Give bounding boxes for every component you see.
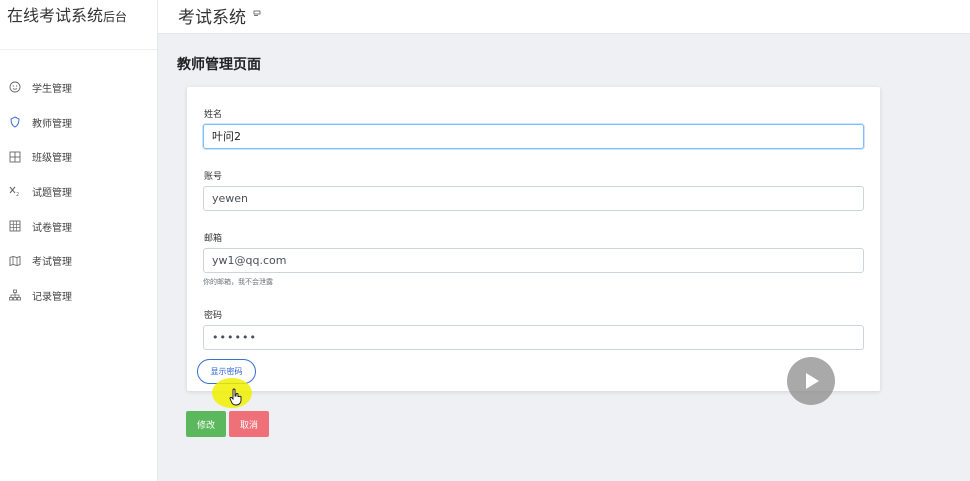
sidebar-item-teachers[interactable]: 教师管理 xyxy=(0,105,157,140)
grid-icon xyxy=(9,151,21,163)
sidebar-item-label: 班级管理 xyxy=(32,153,72,165)
sidebar-item-label: 试卷管理 xyxy=(32,222,72,234)
sidebar-item-label: 教师管理 xyxy=(32,118,72,130)
account-label: 账号 xyxy=(204,172,223,182)
teacher-form-card: 姓名 叶问2 账号 yewen 邮箱 yw1@qq.com 你的邮箱，我不会泄露… xyxy=(187,87,880,391)
account-input[interactable]: yewen xyxy=(203,186,864,211)
map-icon xyxy=(9,255,21,267)
sitemap-icon xyxy=(9,289,21,301)
hand-cursor-icon xyxy=(229,388,243,410)
save-button[interactable]: 修改 xyxy=(186,411,226,437)
password-label: 密码 xyxy=(204,311,223,321)
cancel-button[interactable]: 取消 xyxy=(229,411,269,437)
sidebar-item-questions[interactable]: 2 试题管理 xyxy=(0,174,157,209)
password-input[interactable]: •••••• xyxy=(203,325,864,350)
shield-icon xyxy=(9,116,21,128)
sidebar-item-label: 记录管理 xyxy=(32,291,72,303)
sidebar-item-papers[interactable]: 试卷管理 xyxy=(0,209,157,244)
brand-title: 在线考试系统 xyxy=(7,6,104,25)
email-help-text: 你的邮箱，我不会泄露 xyxy=(203,278,273,286)
sidebar-item-records[interactable]: 记录管理 xyxy=(0,278,157,313)
brand: 在线考试系统后台 xyxy=(0,0,157,50)
svg-text:2: 2 xyxy=(16,192,19,197)
email-label: 邮箱 xyxy=(204,234,223,244)
sidebar-item-exams[interactable]: 考试管理 xyxy=(0,243,157,278)
brand-subtitle: 后台 xyxy=(103,10,128,24)
subscript-icon: 2 xyxy=(9,185,21,197)
topbar: 考试系统 xyxy=(158,0,970,34)
page-title: 教师管理页面 xyxy=(177,57,261,73)
play-icon[interactable] xyxy=(787,357,835,405)
flag-icon[interactable] xyxy=(253,10,261,20)
sidebar-item-label: 学生管理 xyxy=(32,83,72,95)
table-icon xyxy=(9,220,21,232)
email-input[interactable]: yw1@qq.com xyxy=(203,248,864,273)
app-title: 考试系统 xyxy=(178,8,246,28)
sidebar-item-classes[interactable]: 班级管理 xyxy=(0,139,157,174)
name-input[interactable]: 叶问2 xyxy=(203,124,864,149)
sidebar-item-label: 考试管理 xyxy=(32,257,72,269)
smile-icon xyxy=(9,81,21,93)
name-label: 姓名 xyxy=(204,110,223,120)
sidebar-item-students[interactable]: 学生管理 xyxy=(0,70,157,105)
sidebar: 在线考试系统后台 学生管理 教师管理 班级管理 2 试题管理 试卷管理 考试管理… xyxy=(0,0,158,481)
sidebar-menu: 学生管理 教师管理 班级管理 2 试题管理 试卷管理 考试管理 记录管理 xyxy=(0,70,157,313)
sidebar-item-label: 试题管理 xyxy=(32,187,72,199)
